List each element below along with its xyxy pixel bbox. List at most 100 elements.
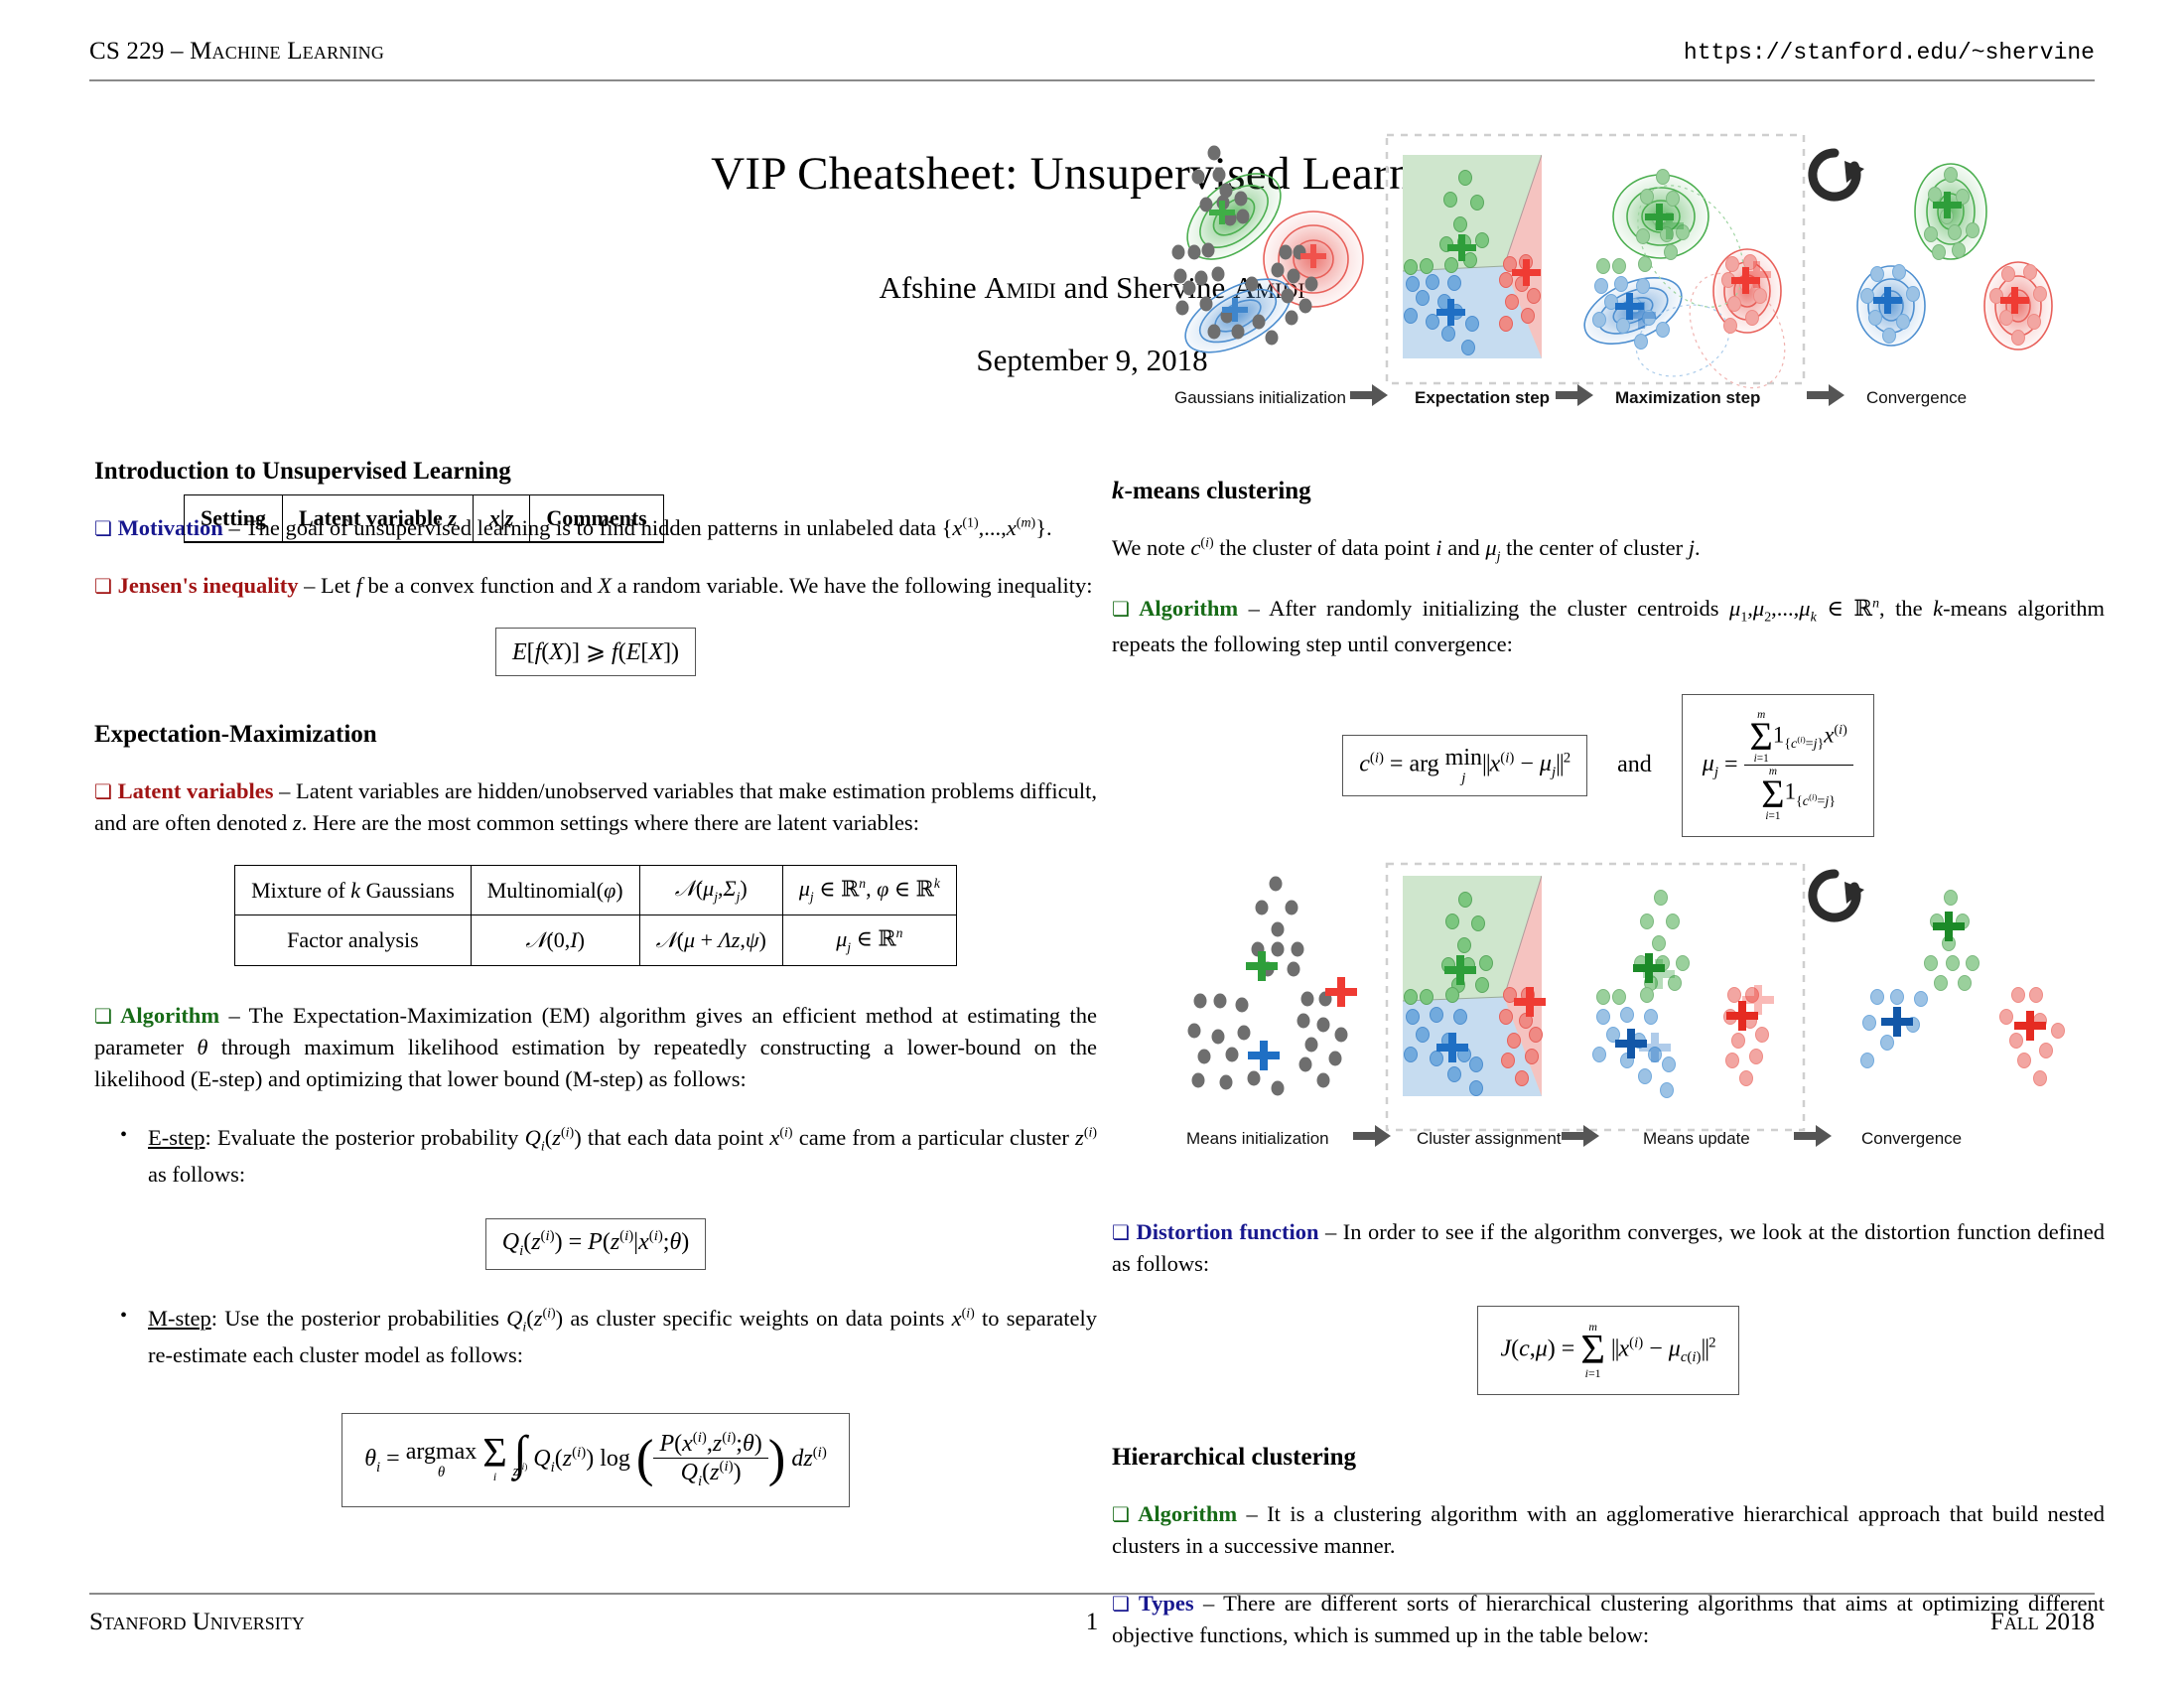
table-row: Factor analysis 𝒩(0,I) 𝒩(μ + Λz,ψ) μj ∈ … [234,914,957,967]
arrow-right-icon [1350,384,1388,406]
left-column: Introduction to Unsupervised Learning ❏ … [94,457,1097,1537]
integral-op: ∫ z(i) [512,1427,528,1480]
label-latent-variables: ❏ Latent variables [94,778,273,803]
box-marker-icon: ❏ [1112,1220,1130,1245]
heading-kmeans: k-means clustering [1112,478,1311,504]
label-jensen-text: Jensen's inequality [117,572,299,598]
cell-xz: 𝒩(μj,Σj) [638,864,783,916]
dash-2: – [298,572,321,598]
footer-divider [89,1593,2095,1595]
kmeans-label-0: Means initialization [1186,1129,1329,1148]
label-kmeans-algorithm: ❏ Algorithm [1112,596,1238,621]
label-jensen: ❏ Jensen's inequality [94,573,298,598]
box-marker-icon: ❏ [94,1004,112,1029]
previous-centroid-markers [1639,959,1774,1062]
refresh-loop-icon [1808,869,1864,922]
arrow-right-icon [1556,384,1593,406]
dash-3: – [273,777,297,803]
box-marker-icon: ❏ [1112,597,1130,622]
cheatsheet-page: CS 229 – Machine Learning https://stanfo… [0,0,2184,1688]
box-marker-icon: ❏ [94,573,112,598]
kmeans-panel-convergence [1860,890,2065,1086]
em-panel-expectation [1403,155,1542,358]
formula-jensen-row: E[f(X)] ⩾ f(E[X]) [94,627,1097,676]
sum-op: m Σi=1 [1580,1320,1605,1380]
dash-5: – [1238,596,1270,622]
formula-distortion-row: J(c,μ) = m Σi=1 ||x(i) − μc(i)||2 [1112,1306,2105,1395]
mstep-name: M-step [148,1305,211,1331]
box-marker-icon: ❏ [94,778,112,803]
estep-body: Evaluate the posterior probability Qi(z(… [148,1125,1097,1188]
arrow-right-icon [1562,1125,1599,1147]
paragraph-kmeans-algorithm: ❏ Algorithm – After randomly initializin… [1112,593,2105,659]
label-hier-algorithm-text: Algorithm [1138,1500,1238,1526]
kmeans-diagram-svg: Means initialization Cluster assignment … [1186,862,2065,1148]
table-col-setting: Setting [184,494,283,543]
header-divider [89,79,2095,81]
table-header-row: Setting Latent variable z x|z Comments [184,494,1008,543]
dash-7: – [1237,1500,1268,1526]
figure-em-diagram: Gaussians initialization Expectation ste… [1166,127,2129,425]
table-col-xz: x|z [472,494,531,543]
paragraph-distortion: ❏ Distortion function – In order to see … [1112,1216,2105,1280]
heading-introduction: Introduction to Unsupervised Learning [94,458,511,485]
argmax-op: argmax θ [405,1439,478,1481]
label-latent-text: Latent variables [117,777,274,803]
formula-jensen: E[f(X)] ⩾ f(E[X]) [494,627,697,676]
formula-kmeans-row: c(i) = arg min j ||x(i) − μj||2 and μj = m… [1112,693,2105,838]
footer-page-number: 1 [1085,1609,1099,1635]
kmeans-panel-assignment [1403,876,1546,1096]
paragraph-jensen: ❏ Jensen's inequality – Let f be a conve… [94,570,1097,602]
em-label-2: Maximization step [1615,388,1760,407]
footer-term: Fall 2018 [1989,1609,2095,1635]
arrow-right-icon [1807,384,1844,406]
min-op: min j [1444,744,1483,786]
list-item-estep: E-step: Evaluate the posterior probabili… [94,1120,1097,1193]
formula-conjunction-and: and [1617,752,1652,778]
table-row: Mixture of k Gaussians Multinomial(φ) 𝒩(… [234,864,957,916]
header-url[interactable]: https://stanford.edu/~shervine [1684,40,2095,66]
em-steps-list: E-step: Evaluate the posterior probabili… [94,1120,1097,1193]
table-col-comments: Comments [529,494,664,543]
kmeans-panel-means-update [1592,890,1774,1098]
cell-setting: Mixture of k Gaussians [234,864,472,916]
jensen-body: Let f be a convex function and X a rando… [320,572,1093,598]
formula-distortion: J(c,μ) = m Σi=1 ||x(i) − μc(i)||2 [1477,1306,1739,1395]
sum-op: Σi [482,1429,507,1483]
green-centroid-plus-icon [1246,951,1278,981]
box-marker-icon: ❏ [1112,1501,1130,1526]
cell-xz: 𝒩(μ + Λz,ψ) [638,914,783,967]
cell-setting: Factor analysis [234,914,472,967]
dash-4: – [219,1003,249,1029]
paragraph-latent-variables: ❏ Latent variables – Latent variables ar… [94,775,1097,839]
mstep-colon: : [210,1305,225,1331]
em-label-0: Gaussians initialization [1174,388,1346,407]
latent-variables-table: Setting Latent variable z x|z Comments M… [184,494,957,967]
label-kmeans-algorithm-text: Algorithm [1139,596,1239,622]
header-course-title: CS 229 – Machine Learning [89,38,385,65]
estep-colon: : [205,1125,217,1150]
em-label-3: Convergence [1866,388,1967,407]
formula-mstep-row: θi = argmax θ Σi ∫ z(i) Qi(z(i)) log (P(x(… [94,1412,1097,1507]
formula-kmeans-update: μj = m Σi=1 1{c(i)=j}x(i) m Σi=1 1{c(i)=j} [1681,693,1874,838]
cell-latent: Multinomial(φ) [470,864,640,916]
paragraph-hier-algorithm: ❏ Algorithm – It is a clustering algorit… [1112,1498,2105,1562]
blue-centroid-plus-icon [1248,1041,1280,1070]
dash-6: – [1318,1219,1343,1245]
label-hier-algorithm: ❏ Algorithm [1112,1501,1237,1526]
paragraph-em-algorithm: ❏ Algorithm – The Expectation-Maximizati… [94,1000,1097,1095]
em-diagram-svg: Gaussians initialization Expectation ste… [1171,133,2053,407]
page-footer: Stanford University 1 Fall 2018 [89,1609,2095,1648]
kmeans-panel-initialization [1187,876,1357,1096]
formula-estep-row: Qi(z(i)) = P(z(i)|x(i);θ) [94,1218,1097,1270]
em-panel-convergence [1856,163,2053,351]
mstep-body: Use the posterior probabilities Qi(z(i))… [148,1305,1097,1367]
formula-mstep: θi = argmax θ Σi ∫ z(i) Qi(z(i)) log (P(x(… [341,1412,850,1507]
centroid-markers [1246,951,1357,1070]
heading-expectation-maximization: Expectation-Maximization [94,720,377,748]
log-fraction: P(x(i),z(i);θ) Qi(z(i)) [653,1430,768,1490]
table-col-latent: Latent variable z [282,494,474,543]
paragraph-kmeans-note: We note c(i) the cluster of data point i… [1112,535,1701,565]
em-steps-list-2: M-step: Use the posterior probabilities … [94,1301,1097,1373]
cell-latent: 𝒩(0,I) [470,914,640,967]
